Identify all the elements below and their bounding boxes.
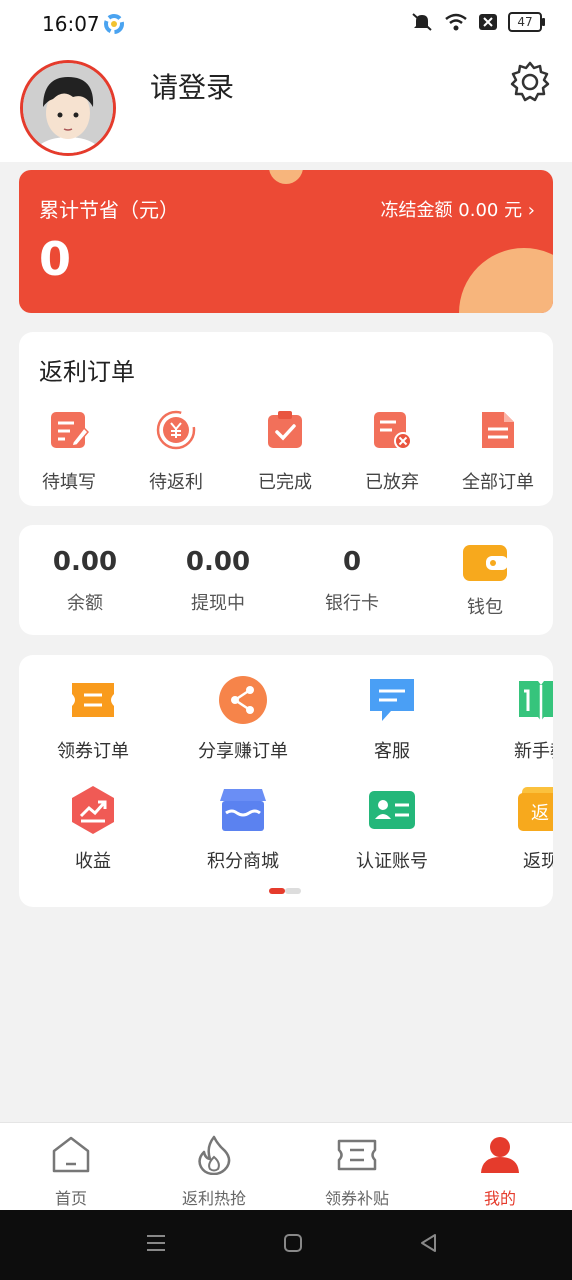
tab-mine[interactable]: 我的 (440, 1135, 560, 1209)
login-prompt[interactable]: 请登录 (150, 66, 234, 106)
withdrawing-stat[interactable]: 0.00 提现中 (163, 547, 273, 615)
page-indicator (269, 888, 301, 894)
system-nav-bar (0, 1210, 572, 1280)
wallet-icon (463, 545, 508, 581)
savings-card: 累计节省（元） 0 冻结金额 0.00 元 › (19, 170, 553, 313)
avatar-icon (23, 63, 113, 153)
balance-value: 0.00 (52, 547, 118, 577)
frozen-amount-link[interactable]: 冻结金额 0.00 元 › (381, 196, 535, 222)
order-completed[interactable]: 已完成 (240, 410, 330, 494)
share-icon (219, 676, 267, 724)
service-label: 收益 (75, 851, 111, 872)
wallet-entry[interactable]: 钱包 (430, 543, 540, 619)
status-bar: 16:07 47 (0, 0, 572, 52)
service-cashback[interactable]: 返 返现 (471, 785, 553, 873)
order-pending-fill[interactable]: 待填写 (24, 410, 114, 494)
edit-doc-icon (51, 412, 90, 448)
svg-text:返: 返 (531, 803, 549, 824)
services-card: 领券订单 分享赚订单 客服 新手教 (19, 655, 553, 907)
service-label: 分享赚订单 (198, 741, 288, 762)
tab-label: 我的 (483, 1189, 516, 1208)
service-verify-account[interactable]: 认证账号 (322, 785, 462, 873)
order-label: 已完成 (258, 472, 312, 493)
tab-rebate-hot[interactable]: 返利热抢 (154, 1135, 274, 1209)
service-label: 领券订单 (57, 741, 129, 762)
wifi-icon (445, 13, 467, 31)
decoration-circle (459, 248, 553, 313)
service-customer-support[interactable]: 客服 (322, 675, 462, 763)
chat-icon (370, 679, 414, 721)
flame-icon (198, 1135, 231, 1176)
mute-icon (412, 13, 432, 31)
service-coupon-orders[interactable]: 领券订单 (23, 675, 163, 763)
avatar[interactable] (20, 60, 116, 156)
service-beginner-guide[interactable]: 新手教 (471, 675, 553, 763)
system-icons: 47 (410, 12, 545, 32)
order-label: 待填写 (42, 472, 96, 493)
menu-icon[interactable] (145, 1232, 167, 1254)
bank-card-label: 银行卡 (325, 593, 379, 614)
bank-card-stat[interactable]: 0 银行卡 (297, 547, 407, 615)
service-label: 新手教 (514, 741, 553, 762)
coupon-icon (72, 683, 114, 717)
page-dot (285, 888, 301, 894)
tab-home[interactable]: 首页 (11, 1135, 131, 1209)
earnings-icon (72, 786, 114, 834)
savings-amount: 0 (39, 232, 72, 286)
order-pending-rebate[interactable]: 待返利 (131, 410, 221, 494)
service-share-orders[interactable]: 分享赚订单 (173, 675, 313, 763)
user-icon (481, 1137, 519, 1173)
status-time: 16:07 (42, 12, 100, 36)
app-notification-icon (104, 14, 124, 34)
service-label: 积分商城 (207, 851, 279, 872)
clipboard-check-icon (268, 411, 302, 448)
withdrawing-value: 0.00 (185, 547, 251, 577)
withdrawing-label: 提现中 (191, 593, 245, 614)
page-dot-active (269, 888, 285, 894)
service-label: 认证账号 (356, 851, 428, 872)
wallet-label: 钱包 (467, 597, 503, 618)
settings-gear-icon[interactable] (508, 60, 552, 104)
ticket-icon (337, 1139, 377, 1171)
tab-label: 首页 (54, 1189, 87, 1208)
savings-label: 累计节省（元） (39, 198, 179, 222)
id-card-icon (369, 791, 415, 829)
balance-label: 余额 (67, 593, 103, 614)
bank-card-value: 0 (342, 547, 362, 577)
order-all[interactable]: 全部订单 (453, 410, 543, 494)
order-abandoned[interactable]: 已放弃 (347, 410, 437, 494)
doc-cancel-icon (374, 412, 412, 450)
order-label: 全部订单 (462, 472, 534, 493)
yuan-circle-icon (156, 410, 196, 450)
tab-label: 返利热抢 (181, 1189, 246, 1208)
decoration-circle (269, 170, 303, 184)
shop-icon (220, 789, 266, 831)
wallet-card: 0.00 余额 0.00 提现中 0 银行卡 钱包 (19, 525, 553, 635)
bottom-tab-bar: 首页 返利热抢 领券补贴 我的 (0, 1122, 572, 1211)
tab-label: 领券补贴 (324, 1189, 389, 1208)
doc-list-icon (482, 412, 514, 448)
service-label: 返现 (523, 851, 553, 872)
service-label: 客服 (374, 741, 410, 762)
service-earnings[interactable]: 收益 (23, 785, 163, 873)
sim-blocked-icon (479, 14, 497, 30)
balance-stat[interactable]: 0.00 余额 (30, 547, 140, 615)
home-icon (52, 1136, 90, 1173)
orders-title: 返利订单 (39, 358, 135, 386)
back-icon[interactable] (418, 1232, 440, 1254)
order-label: 已放弃 (365, 472, 419, 493)
order-label: 待返利 (149, 472, 203, 493)
book-icon (519, 681, 553, 721)
battery-indicator: 47 (508, 12, 545, 32)
profile-header: 请登录 (0, 52, 572, 162)
cashback-icon: 返 (518, 787, 553, 831)
home-square-icon[interactable] (282, 1232, 304, 1254)
service-points-mall[interactable]: 积分商城 (173, 785, 313, 873)
tab-coupon-subsidy[interactable]: 领券补贴 (297, 1135, 417, 1209)
rebate-orders-card: 返利订单 待填写 待返利 已完成 已放弃 全部订单 (19, 332, 553, 506)
